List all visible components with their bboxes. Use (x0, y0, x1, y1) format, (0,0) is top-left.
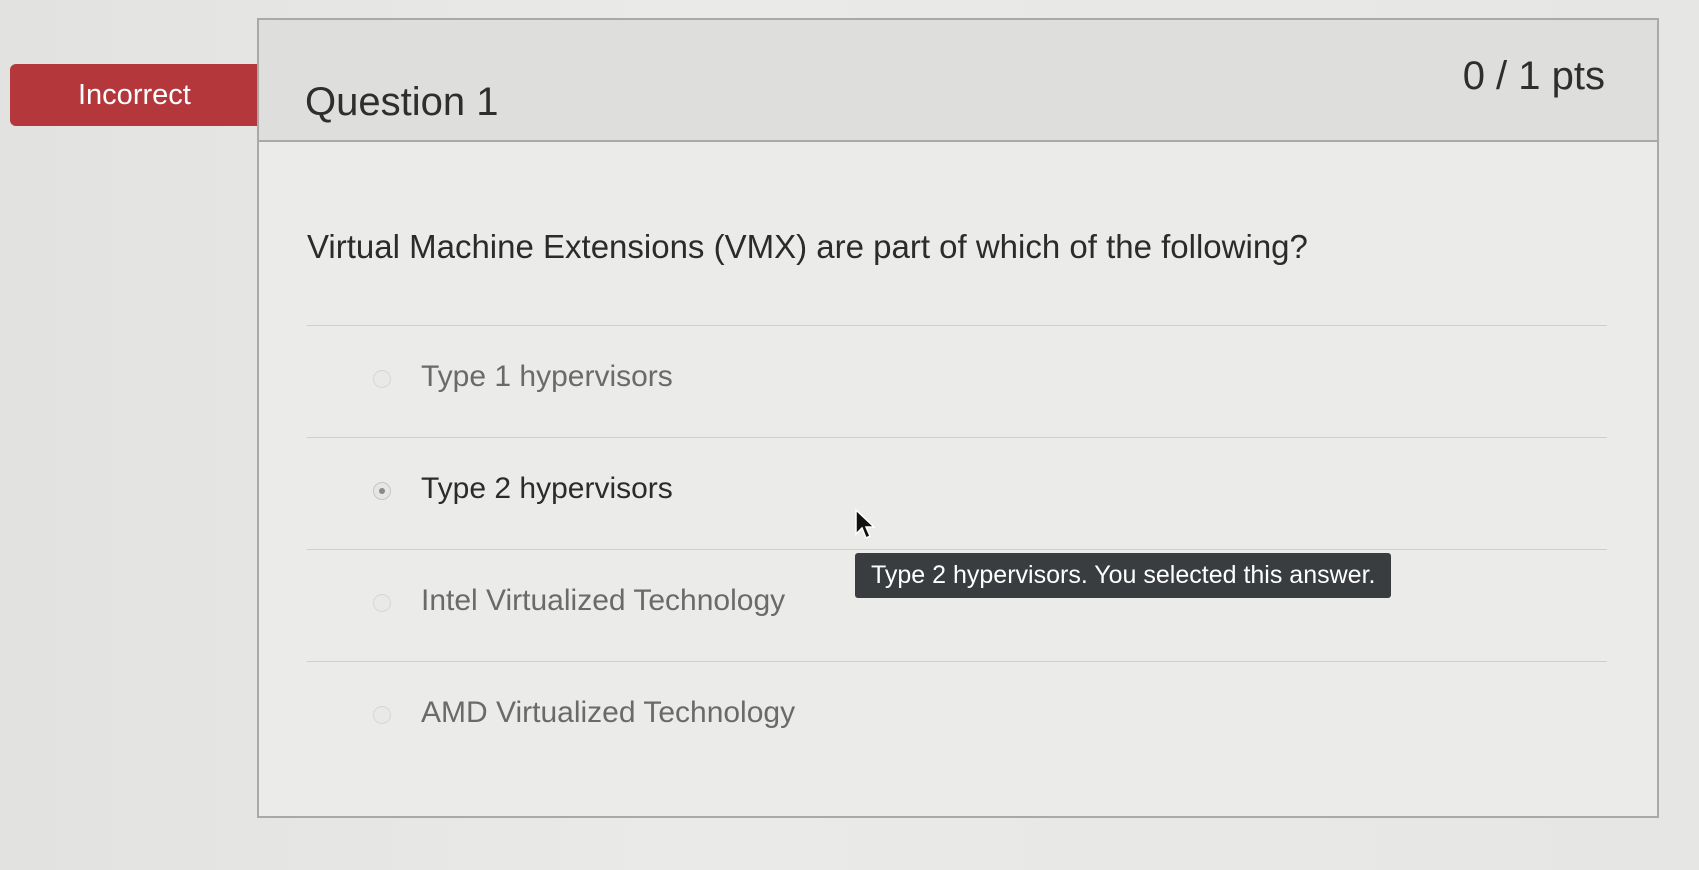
answer-label: Type 2 hypervisors (421, 472, 673, 505)
radio-button (373, 594, 391, 612)
answer-option-selected: Type 2 hypervisors (307, 437, 1607, 549)
question-title: Question 1 (305, 80, 499, 124)
radio-button-selected (373, 482, 391, 500)
answer-label: Type 1 hypervisors (421, 360, 673, 393)
selected-answer-tooltip: Type 2 hypervisors. You selected this an… (855, 553, 1392, 598)
radio-button (373, 706, 391, 724)
question-points: 0 / 1 pts (1462, 54, 1605, 98)
radio-button (373, 370, 391, 388)
answer-label: AMD Virtualized Technology (421, 696, 796, 729)
quiz-results-page: Incorrect Question 1 0 / 1 pts Virtual M… (0, 0, 1699, 870)
incorrect-status-flag: Incorrect (10, 64, 288, 126)
mouse-pointer-icon (855, 508, 876, 540)
question-header: Question 1 0 / 1 pts (259, 20, 1657, 142)
answer-option: AMD Virtualized Technology (307, 661, 1607, 773)
answer-label: Intel Virtualized Technology (421, 584, 786, 617)
answer-list: Type 1 hypervisors Type 2 hypervisors In… (307, 325, 1607, 773)
answer-option: Type 1 hypervisors (307, 325, 1607, 437)
question-card: Question 1 0 / 1 pts Virtual Machine Ext… (257, 18, 1659, 818)
status-label: Incorrect (78, 78, 191, 111)
question-text: Virtual Machine Extensions (VMX) are par… (307, 228, 1308, 265)
